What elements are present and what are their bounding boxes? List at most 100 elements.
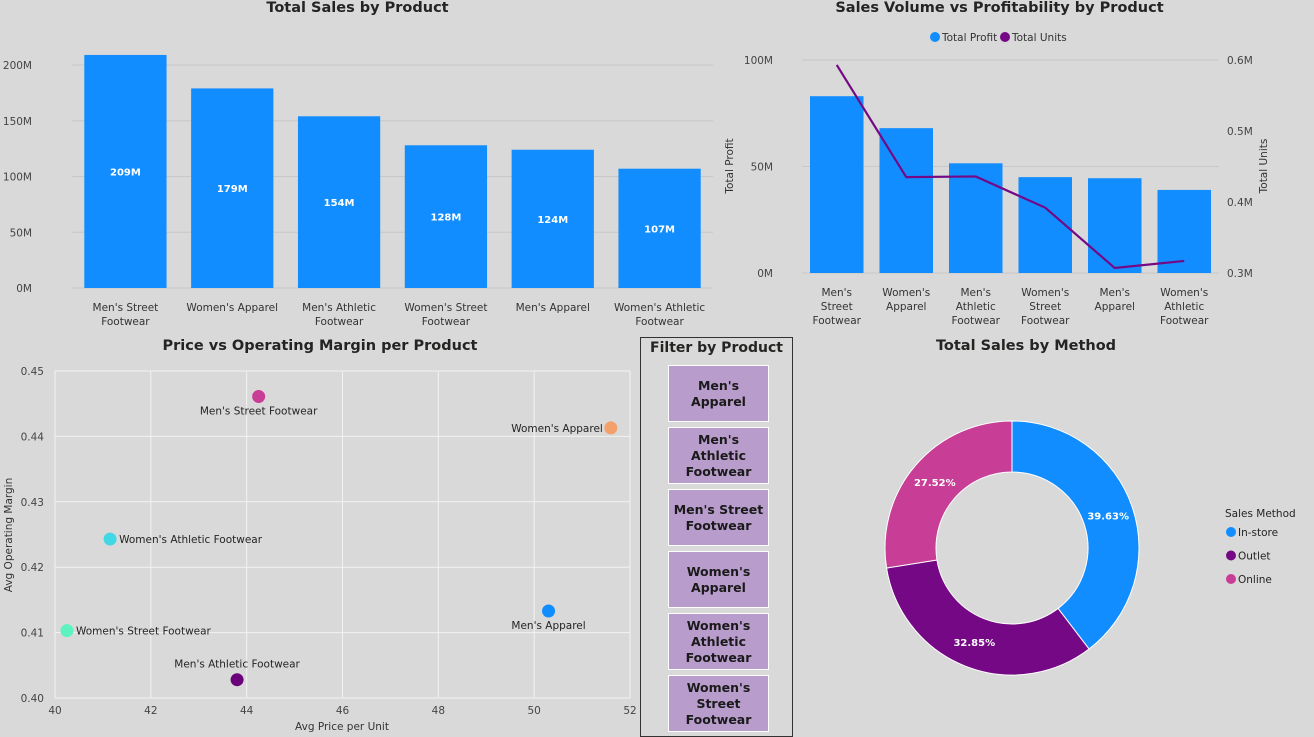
y-right-tick-label: 0.5M xyxy=(1227,126,1253,138)
x-tick-label: Men's xyxy=(960,287,991,299)
donut-slice xyxy=(886,559,1090,676)
volume-vs-profit-title: Sales Volume vs Profitability by Product xyxy=(835,0,1164,16)
y-tick-label: 0.45 xyxy=(21,366,44,378)
y-tick-label: 50M xyxy=(10,227,32,239)
slice-data-label: 39.63% xyxy=(1087,512,1129,523)
x-tick-label: Men's Athletic xyxy=(302,302,376,314)
x-tick-label: Men's xyxy=(821,287,852,299)
bar xyxy=(1087,178,1142,273)
x-tick-label: Women's xyxy=(882,287,930,299)
slicer-item-womens-athletic-footwear[interactable]: Women's Athletic Footwear xyxy=(668,613,769,670)
point-label: Men's Apparel xyxy=(511,620,585,632)
x-tick-label: Women's Street xyxy=(404,302,487,314)
slicer-item-mens-apparel[interactable]: Men's Apparel xyxy=(668,365,769,422)
x-tick-label: 40 xyxy=(48,705,61,717)
y-left-tick-label: 50M xyxy=(751,162,773,174)
y-left-tick-label: 0M xyxy=(757,268,773,280)
x-tick-label: 52 xyxy=(623,705,636,717)
y-left-axis-label: Total Profit xyxy=(724,138,736,194)
sales-by-method-chart: 39.63% 32.85% 27.52% Sales Method In-store Ou… xyxy=(884,420,1296,676)
y-tick-label: 0.43 xyxy=(21,497,44,509)
y-right-tick-label: 0.6M xyxy=(1227,55,1253,67)
y-tick-label: 150M xyxy=(3,116,32,128)
data-label: 107M xyxy=(644,224,675,235)
y-tick-label: 0.44 xyxy=(21,431,45,443)
point-label: Men's Street Footwear xyxy=(200,406,318,418)
point-label: Men's Athletic Footwear xyxy=(174,659,300,671)
y-tick-label: 0.42 xyxy=(21,562,44,574)
slicer-item-womens-apparel[interactable]: Women's Apparel xyxy=(668,551,769,608)
data-label: 124M xyxy=(537,215,568,226)
x-tick-label: Footwear xyxy=(101,316,150,328)
y-tick-label: 200M xyxy=(3,60,32,72)
y-tick-label: 0.41 xyxy=(21,628,44,640)
y-left-tick-label: 100M xyxy=(744,55,773,67)
legend-label-total-units: Total Units xyxy=(1011,32,1067,44)
legend-label: Online xyxy=(1238,574,1272,586)
x-tick-label: 44 xyxy=(240,705,254,717)
x-tick-label: Men's Apparel xyxy=(516,302,590,314)
x-tick-label: Athletic xyxy=(956,301,996,313)
x-axis-label: Avg Price per Unit xyxy=(295,721,389,733)
slicer-item-womens-street-footwear[interactable]: Women's Street Footwear xyxy=(668,675,769,732)
sales-by-product-chart: 0M 50M 100M 150M 200M 209M Men's Street Footwea… xyxy=(3,54,713,328)
bar xyxy=(1157,189,1212,273)
x-tick-label: Footwear xyxy=(635,316,684,328)
volume-vs-profit-chart: Total Profit Total Units 0M 50M 100M 0.3M 0.4M… xyxy=(724,32,1270,327)
scatter-point xyxy=(103,532,117,546)
price-vs-margin-panel: Price vs Operating Margin per Product 40… xyxy=(0,337,640,733)
x-tick-label: Footwear xyxy=(1021,315,1070,327)
x-tick-label: Athletic xyxy=(1164,301,1204,313)
slicer-item-mens-athletic-footwear[interactable]: Men's Athletic Footwear xyxy=(668,427,769,484)
slice-data-label: 32.85% xyxy=(953,638,995,649)
point-label: Women's Apparel xyxy=(511,423,603,435)
legend-marker xyxy=(1226,527,1236,537)
legend-marker-total-units xyxy=(1000,32,1010,42)
legend-marker xyxy=(1226,550,1236,561)
bar xyxy=(948,163,1003,273)
x-tick-label: Apparel xyxy=(886,301,926,313)
y-right-tick-label: 0.4M xyxy=(1227,197,1253,209)
x-tick-label: Footwear xyxy=(813,315,862,327)
slice-data-label: 27.52% xyxy=(914,478,956,489)
legend-title: Sales Method xyxy=(1225,508,1296,520)
donut-slice xyxy=(884,420,1013,569)
y-tick-label: 100M xyxy=(3,172,32,184)
legend-label: In-store xyxy=(1238,527,1278,539)
price-vs-margin-title: Price vs Operating Margin per Product xyxy=(162,338,478,354)
bar xyxy=(879,128,934,273)
x-tick-label: Footwear xyxy=(952,315,1001,327)
scatter-point xyxy=(604,421,618,435)
y-right-axis-label: Total Units xyxy=(1258,139,1270,195)
x-tick-label: Women's Apparel xyxy=(186,302,278,314)
scatter-point xyxy=(60,624,74,638)
y-axis-label: Avg Operating Margin xyxy=(3,478,15,592)
scatter-point xyxy=(230,673,244,687)
slicer-item-mens-street-footwear[interactable]: Men's Street Footwear xyxy=(668,489,769,546)
sales-by-product-panel: Total Sales by Product 0M 50M 100M 150M 200M… xyxy=(0,0,725,335)
legend-marker-total-profit xyxy=(930,32,940,42)
x-tick-label: Footwear xyxy=(315,316,364,328)
price-vs-margin-chart: 40 42 44 46 48 50 52 0.40 0.41 0.42 0.43 0.44 0.45 Av… xyxy=(3,366,637,733)
data-label: 209M xyxy=(110,167,141,178)
donut-slice xyxy=(1011,420,1140,650)
sales-by-method-title: Total Sales by Method xyxy=(935,338,1117,354)
y-tick-label: 0.40 xyxy=(21,693,44,705)
x-tick-label: Footwear xyxy=(1160,315,1209,327)
x-tick-label: 48 xyxy=(432,705,445,717)
legend-label: Outlet xyxy=(1238,551,1271,563)
y-tick-label: 0M xyxy=(16,283,32,295)
data-label: 154M xyxy=(324,198,355,209)
volume-vs-profit-panel: Sales Volume vs Profitability by Product… xyxy=(715,0,1314,335)
x-tick-label: 42 xyxy=(144,705,157,717)
x-tick-label: Women's Athletic xyxy=(614,302,705,314)
x-tick-label: Men's Street xyxy=(93,302,159,314)
x-tick-label: Women's xyxy=(1160,287,1208,299)
x-tick-label: Women's xyxy=(1021,287,1069,299)
point-label: Women's Street Footwear xyxy=(76,626,212,638)
x-tick-label: 46 xyxy=(336,705,350,717)
y-right-tick-label: 0.3M xyxy=(1227,268,1253,280)
scatter-point xyxy=(252,390,266,404)
point-label: Women's Athletic Footwear xyxy=(119,534,263,546)
x-tick-label: 50 xyxy=(527,705,540,717)
